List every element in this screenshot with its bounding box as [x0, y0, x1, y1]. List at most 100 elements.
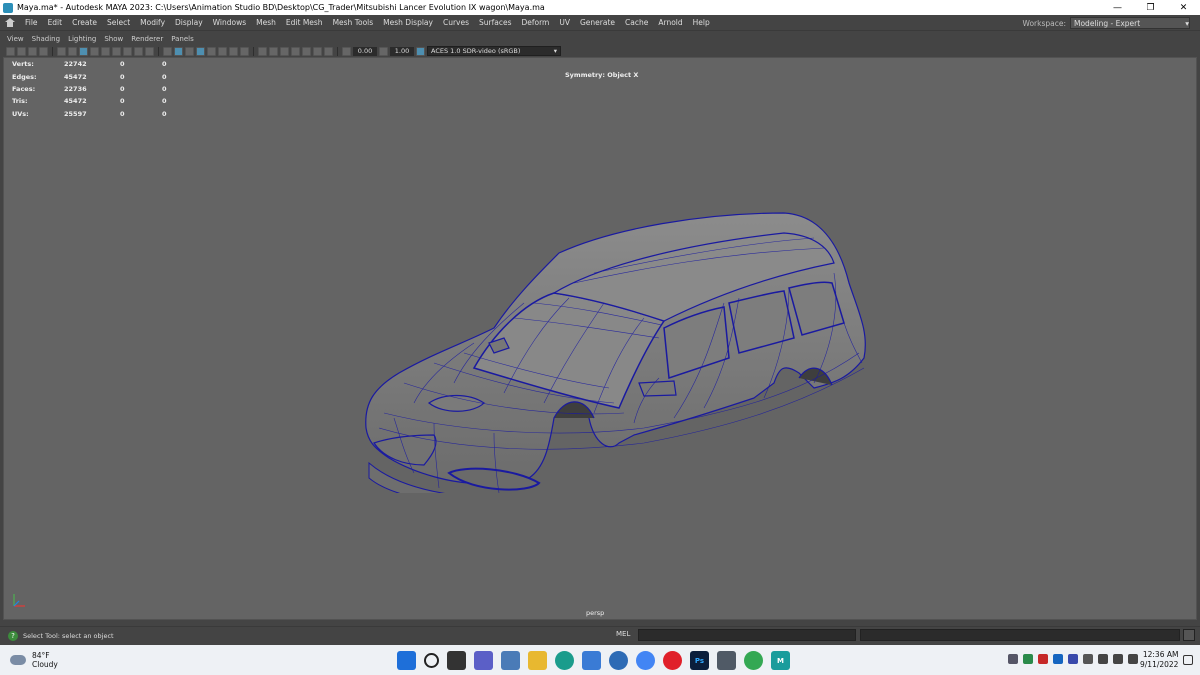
gamma-icon[interactable] [379, 46, 388, 56]
bookmark-icon[interactable] [28, 46, 37, 56]
field-chart-icon[interactable] [123, 46, 132, 56]
shadows-icon[interactable] [229, 46, 238, 56]
pen-icon[interactable] [1083, 654, 1093, 664]
menu-mesh[interactable]: Mesh [251, 18, 281, 27]
depth-of-field-icon[interactable] [280, 46, 289, 56]
car-mesh[interactable] [344, 203, 884, 493]
menu-select[interactable]: Select [102, 18, 135, 27]
panel-menu-renderer[interactable]: Renderer [127, 35, 167, 43]
minimize-button[interactable]: — [1101, 0, 1134, 15]
menu-generate[interactable]: Generate [575, 18, 620, 27]
toolbar-divider [337, 46, 338, 56]
menu-surfaces[interactable]: Surfaces [474, 18, 516, 27]
menu-display[interactable]: Display [170, 18, 208, 27]
view-transform-dropdown[interactable]: ACES 1.0 SDR-video (sRGB) ▾ [427, 46, 561, 56]
select-camera-icon[interactable] [6, 46, 15, 56]
maximize-button[interactable]: ❐ [1134, 0, 1167, 15]
resolution-gate-icon[interactable] [101, 46, 110, 56]
safe-title-icon[interactable] [145, 46, 154, 56]
search-icon[interactable] [424, 653, 439, 668]
wifi-icon[interactable] [1098, 654, 1108, 664]
xray-components-icon[interactable] [324, 46, 333, 56]
film-gate-icon[interactable] [90, 46, 99, 56]
menu-deform[interactable]: Deform [516, 18, 554, 27]
menu-curves[interactable]: Curves [438, 18, 474, 27]
two-d-pan-icon[interactable] [57, 46, 66, 56]
lights-icon[interactable] [218, 46, 227, 56]
xray-joints-icon[interactable] [313, 46, 322, 56]
menu-windows[interactable]: Windows [208, 18, 251, 27]
menu-edit-mesh[interactable]: Edit Mesh [281, 18, 328, 27]
menu-file[interactable]: File [20, 18, 43, 27]
chevron-up-icon[interactable] [1008, 654, 1018, 664]
close-button[interactable]: ✕ [1167, 0, 1200, 15]
motion-blur-icon[interactable] [258, 46, 267, 56]
wireframe-icon[interactable] [163, 46, 172, 56]
smooth-shade-icon[interactable] [174, 46, 183, 56]
mel-label[interactable]: MEL [616, 630, 630, 638]
exposure-icon[interactable] [342, 46, 351, 56]
photoshop-icon[interactable]: Ps [690, 651, 709, 670]
menu-mesh-tools[interactable]: Mesh Tools [328, 18, 379, 27]
opera-icon[interactable] [663, 651, 682, 670]
calculator-icon[interactable] [717, 651, 736, 670]
settings-icon[interactable] [609, 651, 628, 670]
workspace-dropdown[interactable]: Modeling - Expert ▾ [1070, 17, 1190, 29]
image-plane-icon[interactable] [39, 46, 48, 56]
camera-attributes-icon[interactable] [17, 46, 26, 56]
hud-value: 0 [120, 72, 125, 81]
tray-app-icon[interactable] [1023, 654, 1033, 664]
discord-icon[interactable] [1068, 654, 1078, 664]
edge-icon[interactable] [555, 651, 574, 670]
dropbox-icon[interactable] [1053, 654, 1063, 664]
xray-icon[interactable] [302, 46, 311, 56]
panel-menu-show[interactable]: Show [100, 35, 127, 43]
store-icon[interactable] [582, 651, 601, 670]
file-explorer-icon[interactable] [528, 651, 547, 670]
ambient-occlusion-icon[interactable] [240, 46, 249, 56]
menu-mesh-display[interactable]: Mesh Display [378, 18, 438, 27]
menu-uv[interactable]: UV [554, 18, 575, 27]
script-editor-icon[interactable] [1183, 629, 1195, 641]
wireframe-on-shaded-icon[interactable] [196, 46, 205, 56]
textured-icon[interactable] [207, 46, 216, 56]
panel-menu-lighting[interactable]: Lighting [64, 35, 100, 43]
menu-edit[interactable]: Edit [43, 18, 68, 27]
hud-value: 45472 [64, 72, 87, 81]
menu-cache[interactable]: Cache [620, 18, 653, 27]
color-management-icon[interactable] [416, 46, 425, 56]
grid-toggle-icon[interactable] [79, 46, 88, 56]
chat-icon[interactable] [474, 651, 493, 670]
mel-command-input[interactable] [638, 629, 856, 641]
panel-menu-shading[interactable]: Shading [28, 35, 64, 43]
safe-action-icon[interactable] [134, 46, 143, 56]
tray-app-icon[interactable] [1038, 654, 1048, 664]
notification-icon[interactable] [1183, 655, 1193, 665]
default-material-icon[interactable] [185, 46, 194, 56]
task-view-icon[interactable] [447, 651, 466, 670]
anti-aliasing-icon[interactable] [269, 46, 278, 56]
home-icon[interactable] [5, 18, 15, 27]
battery-icon[interactable] [1128, 654, 1138, 664]
viewport[interactable]: Verts: 22742 0 0 Edges: 45472 0 0 Faces:… [3, 57, 1197, 620]
temperature: 84°F [32, 651, 50, 660]
gamma-field[interactable]: 1.00 [390, 46, 414, 56]
photos-icon[interactable] [501, 651, 520, 670]
exposure-field[interactable]: 0.00 [353, 46, 377, 56]
menu-help[interactable]: Help [688, 18, 715, 27]
grease-pencil-icon[interactable] [68, 46, 77, 56]
windows-start-icon[interactable] [397, 651, 416, 670]
panel-menu-view[interactable]: View [3, 35, 28, 43]
panel-menu-panels[interactable]: Panels [167, 35, 198, 43]
gate-mask-icon[interactable] [112, 46, 121, 56]
volume-icon[interactable] [1113, 654, 1123, 664]
chrome-icon[interactable] [636, 651, 655, 670]
weather-widget[interactable]: 84°F Cloudy [10, 651, 58, 669]
menu-modify[interactable]: Modify [135, 18, 170, 27]
menu-arnold[interactable]: Arnold [653, 18, 687, 27]
menu-create[interactable]: Create [67, 18, 102, 27]
maya-taskbar-icon[interactable]: M [771, 651, 790, 670]
isolate-select-icon[interactable] [291, 46, 300, 56]
clock[interactable]: 12:36 AM 9/11/2022 [1140, 650, 1178, 670]
chrome-profile-icon[interactable] [744, 651, 763, 670]
